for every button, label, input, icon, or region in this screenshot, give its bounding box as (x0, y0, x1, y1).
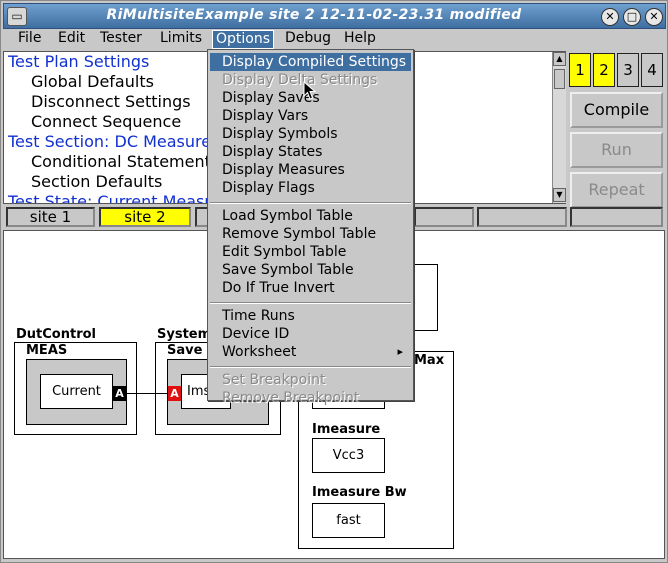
menu-item-label: Do If True Invert (222, 280, 335, 296)
scroll-up-arrow-icon[interactable]: ▲ (553, 52, 566, 66)
menu-item-label: Display States (222, 144, 323, 160)
menu-item-label: Edit Symbol Table (222, 244, 347, 260)
app-window: ▭ RiMultisiteExample site 2 12-11-02-23.… (0, 0, 668, 563)
menu-item-label: Time Runs (222, 308, 295, 324)
menu-item-edit-symbol-table[interactable]: Edit Symbol Table (210, 243, 411, 261)
menu-item-label: Load Symbol Table (222, 208, 353, 224)
current-value: Current (40, 374, 113, 409)
input-port-a[interactable]: A (168, 386, 181, 401)
site-tab-6[interactable] (570, 207, 663, 227)
tree-item[interactable]: Test Plan Settings (8, 52, 149, 72)
menu-bar: File Edit Tester Limits Options Debug Help (3, 30, 666, 49)
menu-item-label: Display Compiled Settings (222, 54, 407, 70)
menu-item-label: Set Breakpoint (222, 372, 326, 388)
menu-item-label: Display Delta Settings (222, 72, 378, 88)
scroll-thumb[interactable] (554, 69, 565, 89)
maximize-button[interactable]: □ (623, 8, 641, 26)
menu-item-display-states[interactable]: Display States (210, 143, 411, 161)
site-button-1[interactable]: 1 (569, 53, 591, 87)
tree-item[interactable]: Disconnect Settings (31, 92, 191, 112)
tree-item[interactable]: Global Defaults (31, 72, 154, 92)
menu-help[interactable]: Help (341, 30, 379, 49)
menu-tester[interactable]: Tester (97, 30, 145, 49)
menu-file[interactable]: File (15, 30, 44, 49)
window-title: RiMultisiteExample site 2 12-11-02-23.31… (106, 7, 522, 23)
save-label: Save (167, 343, 203, 358)
site-tab-4[interactable] (414, 207, 474, 227)
upper-right-box[interactable] (414, 264, 438, 331)
menu-item-time-runs[interactable]: Time Runs (210, 307, 411, 325)
menu-item-label: Display Symbols (222, 126, 338, 142)
max-label: Max (414, 353, 445, 368)
menu-item-label: Worksheet (222, 344, 297, 360)
menu-item-display-flags[interactable]: Display Flags (210, 179, 411, 197)
menu-item-remove-symbol-table[interactable]: Remove Symbol Table (210, 225, 411, 243)
menu-item-label: Display Flags (222, 180, 315, 196)
options-dropdown-menu[interactable]: Display Compiled Settings Display Delta S… (207, 49, 414, 406)
tree-item[interactable]: Connect Sequence (31, 112, 181, 132)
menu-item-save-symbol-table[interactable]: Save Symbol Table (210, 261, 411, 279)
meas-label: MEAS (26, 343, 68, 358)
scroll-down-arrow-icon[interactable]: ▼ (553, 188, 566, 202)
vcc3-value[interactable]: Vcc3 (312, 438, 385, 473)
menu-item-set-breakpoint: Set Breakpoint (210, 371, 411, 389)
compile-button[interactable]: Compile (570, 92, 663, 128)
menu-item-label: Display Vars (222, 108, 309, 124)
system-label: System (157, 327, 212, 342)
site-button-3[interactable]: 3 (617, 53, 639, 87)
menu-item-do-if-true-invert[interactable]: Do If True Invert (210, 279, 411, 297)
tree-item[interactable]: Section Defaults (31, 172, 162, 192)
tree-scrollbar[interactable]: ▲ ▼ (552, 52, 566, 203)
menu-item-display-vars[interactable]: Display Vars (210, 107, 411, 125)
site-tab-2[interactable]: site 2 (99, 207, 191, 227)
site-button-2[interactable]: 2 (593, 53, 615, 87)
output-port-a[interactable]: A (113, 386, 126, 401)
menu-item-label: Device ID (222, 326, 290, 342)
fast-value[interactable]: fast (312, 503, 385, 538)
menu-separator (210, 202, 411, 204)
menu-item-display-measures[interactable]: Display Measures (210, 161, 411, 179)
tree-item[interactable]: Test State: Current Measure (8, 192, 231, 203)
site-tab-1[interactable]: site 1 (6, 207, 95, 227)
menu-debug[interactable]: Debug (282, 30, 334, 49)
menu-edit[interactable]: Edit (55, 30, 88, 49)
submenu-arrow-icon: ▸ (397, 345, 403, 358)
menu-separator (210, 302, 411, 304)
site-tab-5[interactable] (477, 207, 567, 227)
menu-separator (210, 366, 411, 368)
menu-item-label: Remove Symbol Table (222, 226, 377, 242)
tree-item[interactable]: Conditional Statements (31, 152, 219, 172)
run-button[interactable]: Run (570, 132, 663, 168)
menu-item-worksheet[interactable]: Worksheet ▸ (210, 343, 411, 361)
minimize-button[interactable]: ✕ (601, 8, 619, 26)
imeasure-bw-label: Imeasure Bw (312, 485, 407, 500)
close-button[interactable]: ✕ (645, 8, 663, 26)
system-menu-button[interactable]: ▭ (7, 7, 27, 26)
menu-item-label: Save Symbol Table (222, 262, 354, 278)
menu-item-display-compiled-settings[interactable]: Display Compiled Settings (210, 53, 411, 71)
menu-item-label: Display Measures (222, 162, 345, 178)
menu-item-label: Remove Breakpoint (222, 390, 360, 406)
imeasure-label: Imeasure (312, 422, 381, 437)
menu-item-display-symbols[interactable]: Display Symbols (210, 125, 411, 143)
menu-item-remove-breakpoint: Remove Breakpoint (210, 389, 411, 407)
mouse-pointer-icon (303, 81, 317, 100)
title-bar[interactable]: ▭ RiMultisiteExample site 2 12-11-02-23.… (3, 3, 666, 29)
repeat-button[interactable]: Repeat (570, 172, 663, 208)
dutcontrol-label: DutControl (16, 327, 96, 342)
menu-item-device-id[interactable]: Device ID (210, 325, 411, 343)
menu-item-load-symbol-table[interactable]: Load Symbol Table (210, 207, 411, 225)
menu-options[interactable]: Options (212, 30, 275, 49)
site-button-4[interactable]: 4 (641, 53, 663, 87)
menu-limits[interactable]: Limits (157, 30, 205, 49)
